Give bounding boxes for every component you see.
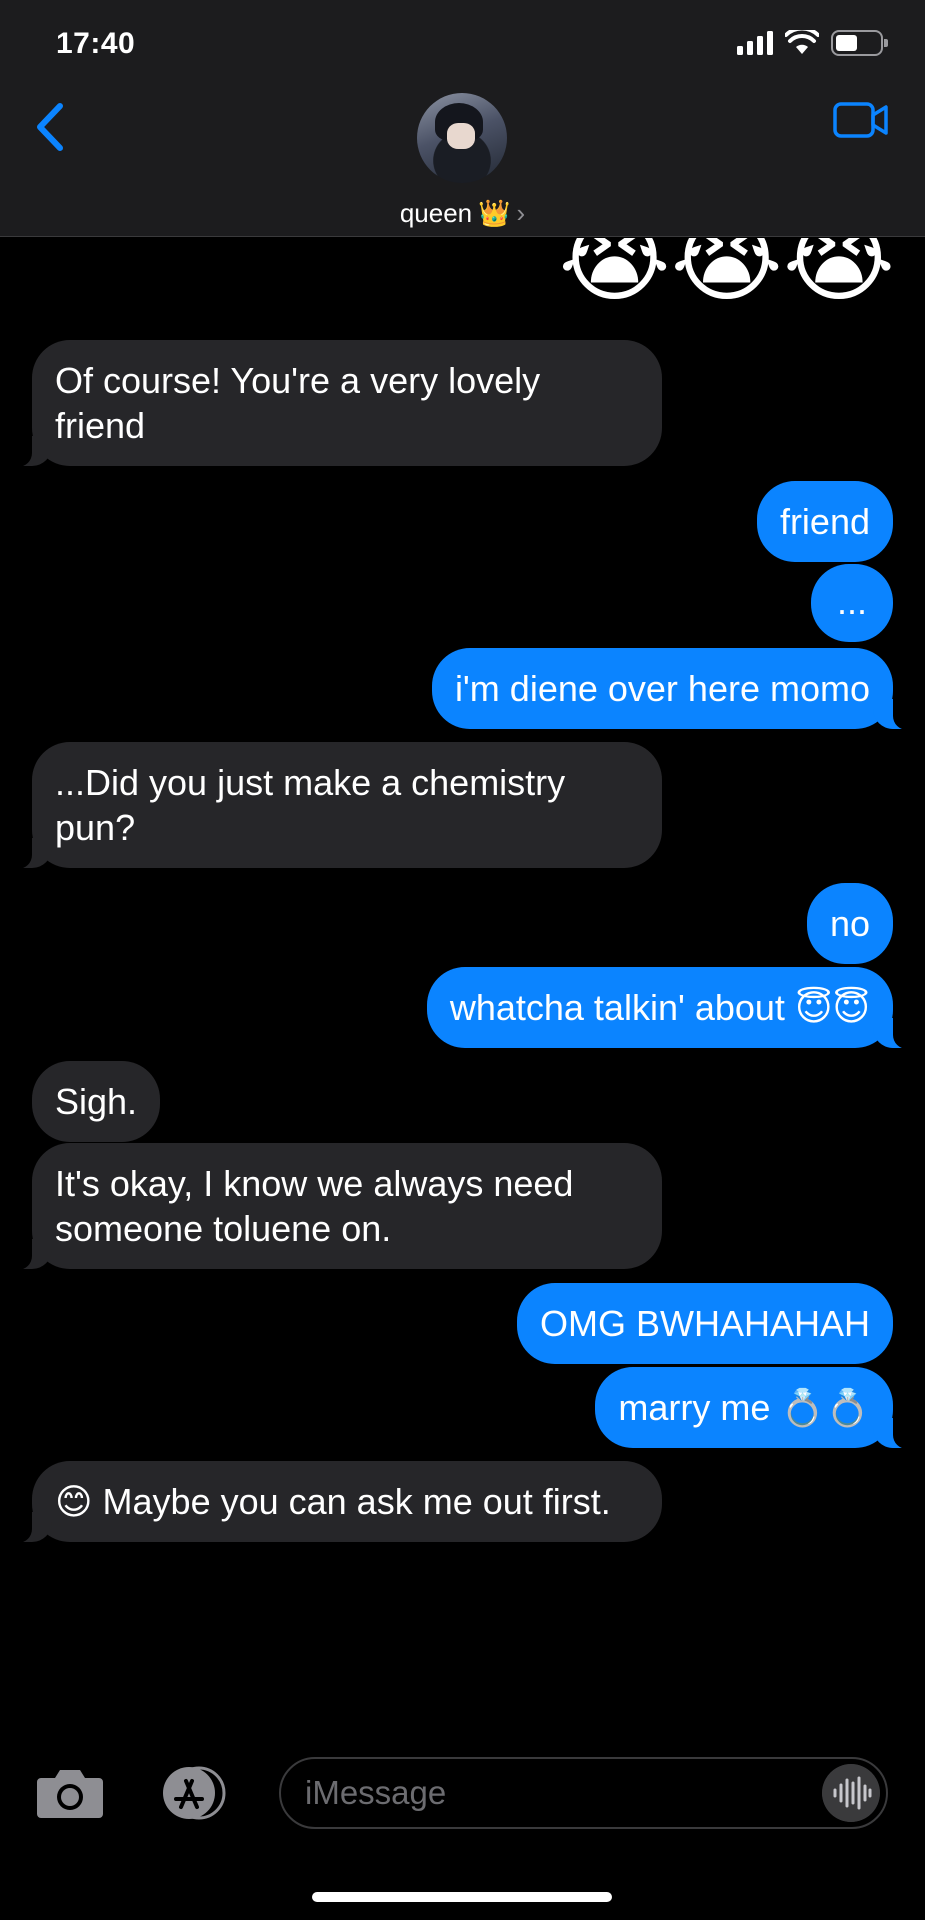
camera-icon[interactable] (35, 1764, 105, 1820)
message-text: OMG BWHAHAHAH (539, 1303, 870, 1344)
home-indicator[interactable] (312, 1892, 612, 1902)
outgoing-message[interactable]: whatcha talkin' about 😇😇 (426, 967, 916, 1049)
message-text: whatcha talkin' about 😇😇 (449, 987, 870, 1028)
message-text: i'm diene over here momo (454, 668, 870, 709)
message-text: marry me 💍💍 (618, 1387, 870, 1428)
battery-level (836, 35, 857, 51)
battery-icon (831, 30, 888, 56)
outgoing-message[interactable]: ... (810, 564, 893, 642)
outgoing-message[interactable]: friend (756, 481, 893, 562)
message-text: It's okay, I know we always need someone… (55, 1163, 574, 1249)
incoming-message[interactable]: 😊 Maybe you can ask me out first. (10, 1461, 662, 1543)
back-chevron-icon[interactable] (32, 100, 68, 154)
message-text: no (829, 903, 870, 944)
outgoing-emoji-message[interactable]: 😭😭😭 (558, 238, 895, 322)
imessage-input[interactable] (305, 1759, 785, 1827)
message-compose-field[interactable] (279, 1757, 888, 1829)
message-text: Sigh. (55, 1081, 138, 1122)
incoming-message[interactable]: Sigh. (32, 1061, 161, 1142)
message-text: 😊 Maybe you can ask me out first. (55, 1481, 611, 1522)
incoming-message[interactable]: ...Did you just make a chemistry pun? (10, 742, 662, 869)
outgoing-message[interactable]: no (806, 883, 893, 964)
message-text: ... (836, 581, 867, 622)
audio-waveform-icon[interactable] (822, 1764, 880, 1822)
contact-name: queen (399, 198, 473, 228)
status-icons (737, 30, 888, 56)
incoming-message[interactable]: Of course! You're a very lovely friend (10, 340, 662, 467)
app-store-icon[interactable] (151, 1765, 231, 1821)
message-text: Of course! You're a very lovely friend (55, 360, 541, 446)
message-text: friend (779, 501, 870, 542)
wifi-icon (785, 30, 819, 54)
avatar[interactable] (417, 93, 507, 183)
avatar-face (447, 123, 475, 149)
navigation-header: 17:40 queen 👑 › (0, 0, 925, 237)
cellular-signal-icon (737, 31, 773, 55)
outgoing-message[interactable]: i'm diene over here momo (431, 648, 916, 730)
incoming-message[interactable]: It's okay, I know we always need someone… (10, 1143, 662, 1270)
crying-emoji: 😭😭😭 (558, 238, 895, 313)
chevron-right-icon: › (516, 198, 526, 228)
outgoing-message[interactable]: marry me 💍💍 (595, 1367, 915, 1449)
contact-name-button[interactable]: queen 👑 › (0, 198, 925, 229)
outgoing-message[interactable]: OMG BWHAHAHAH (516, 1283, 893, 1364)
status-time: 17:40 (56, 27, 136, 60)
message-thread[interactable]: 😭😭😭 Of course! You're a very lovely frie… (0, 238, 925, 1738)
message-text: ...Did you just make a chemistry pun? (55, 762, 566, 848)
video-call-icon[interactable] (833, 100, 889, 140)
crown-emoji: 👑 (478, 198, 511, 228)
